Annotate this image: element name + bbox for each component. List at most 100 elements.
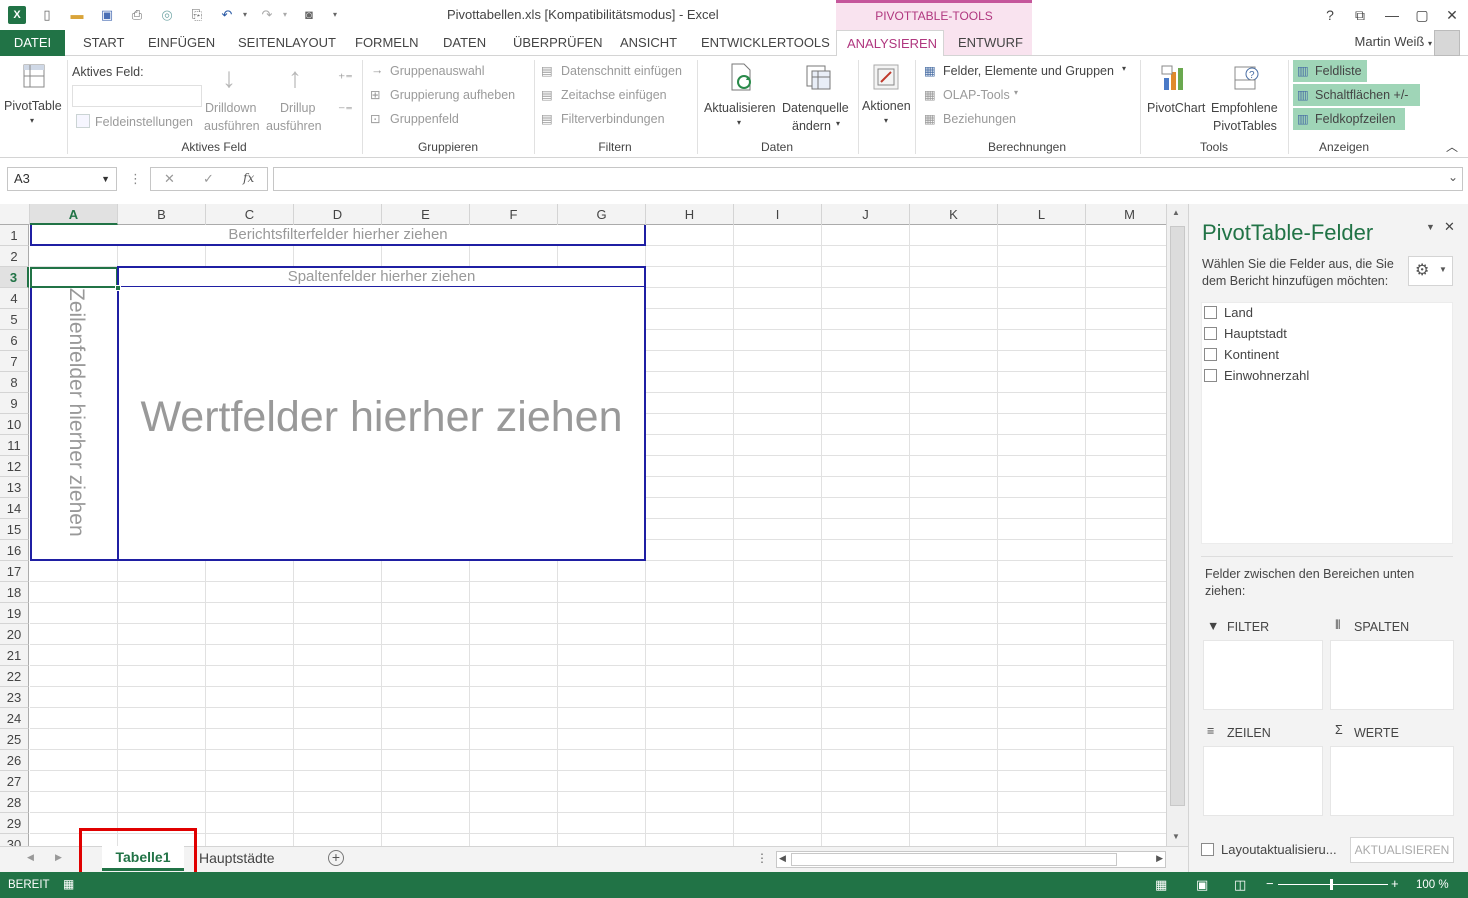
page-break-view-icon[interactable]: ◫ (1234, 877, 1246, 893)
rows-drop-zone[interactable] (1203, 746, 1323, 816)
row-header[interactable]: 29 (0, 813, 29, 834)
sheet-tab-hauptstaedte[interactable]: Hauptstädte (199, 850, 275, 866)
pivotchart-icon[interactable] (1160, 64, 1190, 94)
pivotchart-button[interactable]: PivotChart (1147, 101, 1205, 115)
tab-daten[interactable]: DATEN (433, 30, 496, 56)
defer-update-option[interactable]: Layoutaktualisieru... (1201, 842, 1337, 857)
columns-drop-zone[interactable] (1330, 640, 1454, 710)
cancel-icon[interactable]: ✕ (164, 171, 175, 187)
change-source-icon[interactable] (803, 62, 833, 92)
drillup-label-1[interactable]: Drillup (280, 101, 315, 115)
tab-datei[interactable]: DATEI (0, 30, 65, 56)
ungroup-button[interactable]: Gruppierung aufheben (390, 88, 515, 102)
buttons-pm-button[interactable]: Schaltflächen +/- (1315, 88, 1408, 102)
olap-dropdown-icon[interactable]: ▾ (1014, 88, 1018, 97)
field-checkbox[interactable] (1204, 348, 1217, 361)
redo-dropdown-icon[interactable]: ▾ (276, 6, 294, 24)
drillup-label-2[interactable]: ausführen (266, 119, 322, 133)
recommended-label-2[interactable]: PivotTables (1213, 119, 1277, 133)
user-name[interactable]: Martin Weiß ▾ (1355, 34, 1432, 49)
panel-options-dropdown-icon[interactable]: ▼ (1426, 222, 1435, 232)
row-header[interactable]: 17 (0, 561, 29, 582)
expand-field-icon[interactable]: ⁺⁼ (338, 70, 353, 87)
tab-split-icon[interactable]: ⋮ (756, 851, 768, 865)
field-checkbox[interactable] (1204, 369, 1217, 382)
h-scroll-thumb[interactable] (791, 853, 1117, 866)
defer-update-checkbox[interactable] (1201, 843, 1214, 856)
field-item[interactable]: Hauptstadt (1204, 326, 1287, 341)
horizontal-scrollbar[interactable]: ◀ ▶ (776, 851, 1166, 868)
column-fields-area[interactable]: Spaltenfelder hierher ziehen (117, 266, 646, 288)
insert-slicer-button[interactable]: Datenschnitt einfügen (561, 64, 682, 78)
field-item[interactable]: Land (1204, 305, 1253, 320)
tab-einfuegen[interactable]: EINFÜGEN (138, 30, 225, 56)
new-file-icon[interactable]: ▯ (38, 6, 56, 24)
row-header[interactable]: 30 (0, 834, 29, 846)
row-header[interactable]: 26 (0, 750, 29, 771)
enter-icon[interactable]: ✓ (203, 171, 214, 187)
drilldown-label-2[interactable]: ausführen (204, 119, 260, 133)
vertical-scrollbar[interactable]: ▲ ▼ (1166, 204, 1188, 846)
avatar[interactable] (1434, 30, 1460, 56)
zoom-slider-thumb[interactable] (1330, 879, 1333, 890)
cells-area[interactable]: Berichtsfilterfelder hierher ziehen Spal… (30, 225, 1166, 846)
row-header[interactable]: 15 (0, 519, 29, 540)
row-header[interactable]: 9 (0, 393, 29, 414)
open-folder-icon[interactable]: ▬ (68, 6, 86, 24)
row-header[interactable]: 3 (0, 267, 29, 288)
print-preview-icon[interactable]: ⎙ (128, 6, 146, 24)
row-header[interactable]: 27 (0, 771, 29, 792)
spelling-icon[interactable]: ◎ (158, 6, 176, 24)
tools-button[interactable]: ⚙ ▼ (1408, 256, 1453, 286)
next-sheet-icon[interactable]: ▶ (55, 852, 62, 863)
help-button[interactable]: ? (1319, 6, 1341, 24)
customize-qa-icon[interactable]: ▾ (326, 6, 344, 24)
insert-timeline-button[interactable]: Zeitachse einfügen (561, 88, 667, 102)
zoom-slider[interactable] (1278, 884, 1388, 885)
change-source-label-2[interactable]: ändern (792, 119, 831, 133)
row-header[interactable]: 12 (0, 456, 29, 477)
formula-bar-options-icon[interactable]: ⋮ (129, 171, 142, 187)
minimize-button[interactable]: — (1381, 6, 1403, 24)
pivottable-icon[interactable] (20, 62, 50, 92)
tab-analysieren[interactable]: ANALYSIEREN (836, 30, 944, 57)
tab-formeln[interactable]: FORMELN (345, 30, 429, 56)
row-header[interactable]: 23 (0, 687, 29, 708)
tab-seitenlayout[interactable]: SEITENLAYOUT (228, 30, 346, 56)
column-header[interactable]: G (558, 204, 646, 225)
scroll-down-icon[interactable]: ▼ (1172, 832, 1180, 841)
insert-function-icon[interactable]: fx (243, 171, 254, 185)
column-header[interactable]: C (206, 204, 294, 225)
recommended-pivot-icon[interactable]: ? (1232, 64, 1262, 94)
refresh-dropdown-icon[interactable]: ▾ (737, 118, 741, 127)
row-header[interactable]: 21 (0, 645, 29, 666)
ribbon-display-button[interactable]: ⧉ (1349, 6, 1371, 24)
row-header[interactable]: 13 (0, 477, 29, 498)
tab-start[interactable]: START (73, 30, 134, 56)
expand-formula-icon[interactable]: ⌄ (1448, 170, 1458, 184)
actions-dropdown-icon[interactable]: ▾ (884, 116, 888, 125)
zoom-in-icon[interactable]: + (1391, 876, 1399, 891)
row-header[interactable]: 24 (0, 708, 29, 729)
column-header[interactable]: E (382, 204, 470, 225)
relationships-button[interactable]: Beziehungen (943, 112, 1016, 126)
panel-close-icon[interactable]: ✕ (1444, 219, 1455, 235)
fill-handle[interactable] (115, 285, 121, 291)
column-header[interactable]: K (910, 204, 998, 225)
field-headers-button[interactable]: Feldkopfzeilen (1315, 112, 1396, 126)
row-header[interactable]: 11 (0, 435, 29, 456)
row-header[interactable]: 7 (0, 351, 29, 372)
drilldown-label-1[interactable]: Drilldown (205, 101, 256, 115)
pivottable-dropdown-icon[interactable]: ▾ (30, 116, 34, 125)
row-header[interactable]: 2 (0, 246, 29, 267)
name-box[interactable]: A3 ▼ (7, 167, 117, 191)
column-header[interactable]: D (294, 204, 382, 225)
collapse-ribbon-icon[interactable]: ︿ (1446, 138, 1458, 155)
row-header[interactable]: 16 (0, 540, 29, 561)
row-header[interactable]: 14 (0, 498, 29, 519)
field-checkbox[interactable] (1204, 327, 1217, 340)
actions-button[interactable]: Aktionen (862, 99, 911, 113)
column-header[interactable]: F (470, 204, 558, 225)
row-header[interactable]: 22 (0, 666, 29, 687)
formula-input[interactable]: ⌄ (273, 167, 1463, 191)
